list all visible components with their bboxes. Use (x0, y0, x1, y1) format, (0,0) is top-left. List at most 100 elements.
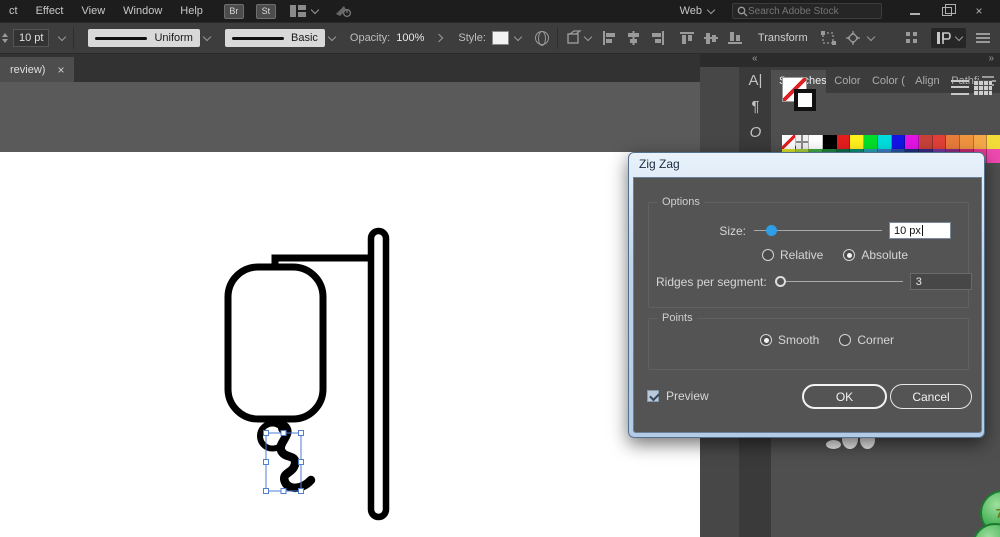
ok-button[interactable]: OK (802, 384, 887, 409)
swatch[interactable] (946, 135, 960, 149)
chevron-down-icon[interactable] (310, 5, 320, 15)
style-swatch[interactable] (491, 31, 509, 45)
close-button[interactable]: × (970, 4, 988, 18)
artboard-options-icon[interactable] (566, 30, 583, 46)
divider (73, 27, 75, 49)
swatch[interactable] (864, 135, 878, 149)
brush-dropdown[interactable]: Basic (224, 29, 325, 47)
swatch[interactable] (905, 135, 919, 149)
list-view-icon[interactable] (951, 80, 969, 95)
swatch[interactable] (782, 135, 796, 149)
workspace-switcher[interactable]: Web (680, 5, 716, 17)
smooth-radio[interactable] (760, 334, 772, 346)
artwork-iv-bag[interactable] (0, 82, 700, 537)
swatch[interactable] (795, 135, 810, 149)
size-slider[interactable] (754, 225, 882, 237)
menu-list-icon[interactable] (976, 33, 990, 43)
absolute-label[interactable]: Absolute (861, 248, 908, 262)
brush-chevron-icon[interactable] (325, 29, 340, 47)
isolate-selection-icon[interactable] (845, 30, 862, 46)
dots-grid-icon[interactable] (904, 30, 921, 46)
preview-label[interactable]: Preview (666, 389, 709, 403)
swatch[interactable] (987, 149, 1000, 163)
stock-search[interactable] (732, 3, 882, 19)
menu-item-effect[interactable]: Effect (27, 0, 73, 22)
absolute-radio[interactable] (843, 249, 856, 261)
character-panel-icon[interactable]: A| (740, 67, 771, 93)
stroke-swatch[interactable] (794, 89, 816, 111)
ridges-input[interactable]: 3 (909, 273, 972, 290)
swatch[interactable] (959, 135, 974, 149)
swatch[interactable] (823, 135, 837, 149)
stroke-weight-stepper[interactable] (2, 29, 9, 47)
cancel-button[interactable]: Cancel (890, 384, 972, 409)
swatch[interactable] (809, 135, 824, 149)
relative-label[interactable]: Relative (780, 248, 823, 262)
swatch[interactable] (932, 135, 947, 149)
share-icon[interactable] (334, 4, 352, 18)
isolate-chevron-icon[interactable] (866, 32, 875, 42)
menu-item-help[interactable]: Help (171, 0, 212, 22)
align-bottom-icon[interactable] (727, 30, 744, 46)
bridge-button[interactable]: Br (223, 3, 244, 19)
symbol-badge-74[interactable]: 74 (972, 523, 1000, 537)
search-input[interactable] (748, 5, 868, 17)
relative-radio[interactable] (762, 249, 774, 261)
smooth-label[interactable]: Smooth (778, 333, 819, 347)
stroke-weight-chevron-icon[interactable] (58, 32, 67, 42)
tab-color[interactable]: Color (826, 70, 864, 93)
opacity-options-chevron-icon[interactable] (435, 33, 444, 43)
panel-layout-button[interactable] (931, 28, 966, 48)
menu-item-object[interactable]: ct (0, 0, 27, 22)
align-right-icon[interactable] (649, 30, 666, 46)
paragraph-panel-icon[interactable]: ¶ (740, 93, 771, 119)
collapse-panels-icon[interactable]: « (752, 53, 758, 64)
divider (556, 27, 558, 49)
expand-panels-icon[interactable]: » (988, 53, 994, 64)
badge-value: 74 (995, 505, 1000, 521)
minimize-button[interactable] (910, 8, 920, 15)
menu-item-window[interactable]: Window (114, 0, 171, 22)
ridges-slider-track[interactable] (774, 281, 903, 282)
corner-label[interactable]: Corner (857, 333, 894, 347)
ridges-slider-thumb[interactable] (774, 276, 786, 287)
fill-stroke-indicator[interactable] (782, 77, 822, 115)
stock-button[interactable]: St (255, 3, 276, 19)
stroke-profile-dropdown[interactable]: Uniform (88, 29, 200, 47)
swatch[interactable] (973, 135, 988, 149)
swatch[interactable] (987, 135, 1000, 149)
menu-item-view[interactable]: View (73, 0, 115, 22)
bounding-box-icon[interactable] (820, 30, 837, 46)
swatch[interactable] (850, 135, 865, 149)
canvas-area[interactable] (0, 82, 700, 537)
ridges-slider[interactable] (774, 276, 903, 288)
corner-radio[interactable] (839, 334, 852, 346)
tab-align[interactable]: Align (907, 70, 943, 93)
preview-checkbox[interactable] (647, 390, 659, 402)
opacity-value[interactable]: 100% (396, 32, 424, 44)
align-top-icon[interactable] (679, 30, 696, 46)
close-tab-icon[interactable]: × (57, 63, 64, 77)
dock-header: « » (700, 53, 1000, 67)
align-center-icon[interactable] (625, 30, 642, 46)
stroke-weight-field[interactable]: 10 pt (13, 29, 50, 47)
size-input[interactable]: 10 px (889, 222, 951, 239)
document-tab[interactable]: review) × (0, 57, 75, 82)
grid-view-icon[interactable] (974, 80, 992, 95)
swatch[interactable] (891, 135, 906, 149)
stroke-profile-chevron-icon[interactable] (200, 29, 215, 47)
artboard-chevron-icon[interactable] (583, 32, 593, 42)
swatch[interactable] (918, 135, 933, 149)
restore-button[interactable] (942, 3, 956, 16)
tab-color-guide[interactable]: Color ( (864, 70, 907, 93)
document-setup-icon[interactable] (534, 31, 549, 45)
align-middle-icon[interactable] (703, 30, 720, 46)
opentype-panel-icon[interactable]: O (740, 119, 771, 145)
align-left-icon[interactable] (601, 30, 618, 46)
swatch[interactable] (877, 135, 892, 149)
swatch[interactable] (836, 135, 851, 149)
style-chevron-icon[interactable] (513, 32, 523, 42)
transform-link[interactable]: Transform (758, 32, 808, 44)
arrange-documents-icon[interactable] (289, 5, 306, 17)
size-slider-thumb[interactable] (766, 225, 777, 236)
